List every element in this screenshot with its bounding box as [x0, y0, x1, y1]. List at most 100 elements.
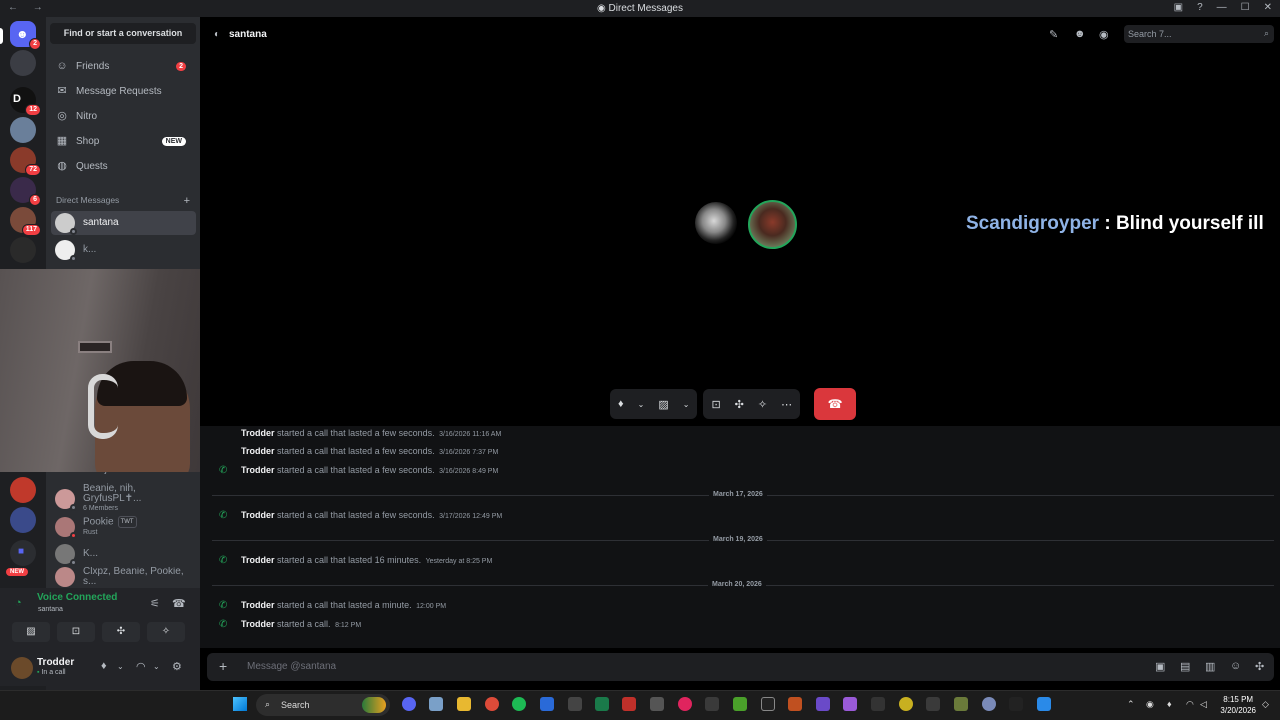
gear-icon[interactable]: ⚙: [172, 660, 182, 673]
dm-item[interactable]: K...: [51, 542, 196, 566]
file-explorer-icon[interactable]: [457, 697, 471, 711]
dm-item[interactable]: k...: [51, 238, 196, 262]
headphones-icon[interactable]: ◠: [136, 660, 146, 673]
app-icon[interactable]: [678, 697, 692, 711]
participant-avatar[interactable]: [695, 202, 737, 244]
server-icon[interactable]: [10, 507, 36, 533]
app-icon[interactable]: [1009, 697, 1023, 711]
app-icon[interactable]: [622, 697, 636, 711]
folder-icon[interactable]: ■: [10, 540, 36, 566]
app-icon[interactable]: [926, 697, 940, 711]
app-icon[interactable]: [595, 697, 609, 711]
user-profile-icon[interactable]: ◉: [1099, 28, 1109, 41]
home-button[interactable]: ☻ 2: [10, 21, 41, 50]
inbox-icon[interactable]: ▣: [1174, 2, 1183, 13]
tray-app-icon[interactable]: ◉: [1146, 699, 1154, 710]
nav-quests[interactable]: ◍ Quests: [52, 155, 196, 177]
pin-icon[interactable]: ✎: [1049, 28, 1058, 41]
participant-avatar-speaking[interactable]: [748, 200, 797, 249]
microphone-icon[interactable]: ♦: [1167, 699, 1172, 709]
activities-icon[interactable]: ✣: [735, 398, 744, 411]
app-icon[interactable]: [982, 697, 996, 711]
microphone-icon[interactable]: ♦: [618, 398, 624, 410]
taskbar-search[interactable]: ⌕ Search: [256, 694, 390, 716]
app-icon[interactable]: [568, 697, 582, 711]
nav-nitro[interactable]: ◎ Nitro: [52, 105, 196, 127]
app-icon[interactable]: [816, 697, 830, 711]
dm-user-icon: ◐: [214, 29, 221, 40]
app-icon[interactable]: [650, 697, 664, 711]
app-icon[interactable]: [761, 697, 775, 711]
minecraft-icon[interactable]: [733, 697, 747, 711]
nav-friends[interactable]: ☺ Friends 2: [52, 55, 196, 77]
chrome-icon[interactable]: [485, 697, 499, 711]
app-icon[interactable]: [954, 697, 968, 711]
notification-icon[interactable]: ◇: [1262, 699, 1269, 710]
nav-message-requests[interactable]: ✉ Message Requests: [52, 80, 196, 102]
window-title: ◉ Direct Messages: [597, 3, 683, 14]
app-icon[interactable]: [1037, 697, 1051, 711]
message-composer[interactable]: + Message @santana: [207, 653, 1274, 681]
microphone-icon[interactable]: ♦: [101, 660, 107, 672]
screen-share-icon[interactable]: ⊡: [711, 398, 720, 411]
dm-item[interactable]: Beanie, nih, GryfusPL✝... 6 Members: [51, 484, 196, 512]
chevron-down-icon[interactable]: ⌄: [638, 400, 645, 409]
share-screen-button[interactable]: ⊡: [57, 622, 95, 642]
spotify-icon[interactable]: [512, 697, 526, 711]
server-icon[interactable]: [10, 117, 36, 143]
wifi-icon[interactable]: ◠: [1186, 699, 1194, 710]
app-icon[interactable]: [871, 697, 885, 711]
add-dm-icon[interactable]: +: [184, 195, 190, 207]
gift-icon[interactable]: ▣: [1155, 660, 1165, 673]
hang-up-button[interactable]: ☎: [814, 388, 857, 420]
server-icon[interactable]: [10, 50, 36, 76]
apps-icon[interactable]: ✣: [1255, 660, 1264, 673]
server-icon[interactable]: [10, 477, 36, 503]
more-icon[interactable]: ⋯: [781, 398, 792, 411]
speaker-icon[interactable]: ◁: [1200, 699, 1207, 710]
app-icon[interactable]: [843, 697, 857, 711]
discord-taskbar-icon[interactable]: [402, 697, 416, 711]
emoji-icon[interactable]: ☺: [1230, 660, 1241, 672]
server-icon[interactable]: D 12: [10, 87, 41, 116]
start-button[interactable]: [233, 697, 247, 711]
dm-item[interactable]: Clxpz, Beanie, Pookie, s...: [51, 567, 196, 587]
dm-item[interactable]: santana: [51, 211, 196, 235]
noise-suppression-icon[interactable]: ⚟: [150, 597, 160, 610]
gif-icon[interactable]: ▤: [1180, 660, 1190, 673]
avatar[interactable]: [11, 657, 33, 679]
help-icon[interactable]: ?: [1197, 2, 1203, 13]
soundboard-icon[interactable]: ✧: [758, 398, 767, 411]
app-icon[interactable]: [705, 697, 719, 711]
camera-button[interactable]: ▨: [12, 622, 50, 642]
edge-icon[interactable]: [540, 697, 554, 711]
clock[interactable]: 8:15 PM 3/20/2026: [1220, 694, 1256, 716]
app-icon[interactable]: [429, 697, 443, 711]
add-attachment-icon[interactable]: +: [219, 658, 227, 674]
maximize-button[interactable]: ☐: [1241, 2, 1250, 13]
find-conversation-button[interactable]: Find or start a conversation: [50, 23, 196, 44]
chevron-down-icon[interactable]: ⌄: [153, 662, 160, 671]
add-friends-icon[interactable]: ☻: [1074, 28, 1086, 40]
sticker-icon[interactable]: ▥: [1205, 660, 1215, 673]
voice-channel[interactable]: santana: [38, 606, 63, 613]
activities-button[interactable]: ✣: [102, 622, 140, 642]
disconnect-icon[interactable]: ☎: [172, 597, 186, 610]
call-entry: ✆ Trodder started a call that lasted a fe…: [219, 465, 499, 476]
minimize-button[interactable]: —: [1217, 2, 1227, 13]
server-icon[interactable]: [10, 237, 36, 263]
chevron-down-icon[interactable]: ⌄: [117, 662, 124, 671]
soundboard-button[interactable]: ✧: [147, 622, 185, 642]
close-button[interactable]: ✕: [1264, 2, 1272, 13]
chevron-up-icon[interactable]: ⌃: [1127, 699, 1135, 710]
search-input[interactable]: Search 7... ⌕: [1124, 25, 1274, 43]
app-icon[interactable]: [899, 697, 913, 711]
dm-item[interactable]: Pookie TWT Rust: [51, 515, 196, 539]
chevron-down-icon[interactable]: ⌄: [683, 400, 690, 409]
app-icon[interactable]: [788, 697, 802, 711]
nav-shop[interactable]: ▦ Shop NEW: [52, 130, 196, 152]
server-icon[interactable]: 117: [10, 207, 41, 236]
video-off-icon[interactable]: ▨: [658, 398, 668, 411]
server-icon[interactable]: 72: [10, 147, 41, 176]
server-icon[interactable]: 6: [10, 177, 41, 206]
